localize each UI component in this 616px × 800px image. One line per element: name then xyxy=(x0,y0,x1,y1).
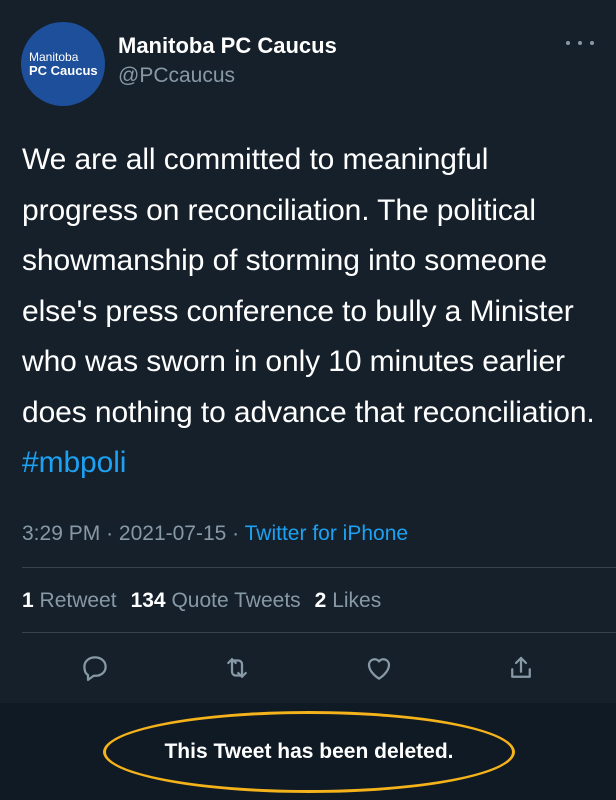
divider xyxy=(22,567,616,568)
quotes-label: Quote Tweets xyxy=(171,589,301,612)
retweets-stat[interactable]: 1 Retweet xyxy=(22,589,117,612)
avatar[interactable]: Manitoba PC Caucus xyxy=(21,22,105,106)
tweet-body: We are all committed to meaningful progr… xyxy=(22,143,595,429)
avatar-line1: Manitoba xyxy=(29,49,79,64)
user-handle[interactable]: @PCcaucus xyxy=(118,64,235,88)
quotes-count: 134 xyxy=(130,589,166,612)
retweets-label: Retweet xyxy=(39,589,117,612)
tweet-source-link[interactable]: Twitter for iPhone xyxy=(245,522,408,545)
deleted-notice: This Tweet has been deleted. xyxy=(164,740,454,763)
hashtag-link[interactable]: #mbpoli xyxy=(22,446,126,479)
display-name[interactable]: Manitoba PC Caucus xyxy=(118,33,337,59)
quotes-stat[interactable]: 134 Quote Tweets xyxy=(131,589,301,612)
action-bar xyxy=(0,650,616,690)
likes-count: 2 xyxy=(314,589,327,612)
tweet-stats: 1 Retweet 134 Quote Tweets 2 Likes xyxy=(22,589,381,613)
divider xyxy=(22,632,616,633)
share-icon[interactable] xyxy=(503,650,539,686)
tweet-card: Manitoba PC Caucus Manitoba PC Caucus @P… xyxy=(0,0,616,703)
tweet-time: 3:29 PM xyxy=(22,522,101,545)
retweet-icon[interactable] xyxy=(219,650,255,686)
tweet-meta: 3:29 PM · 2021-07-15 · Twitter for iPhon… xyxy=(22,522,408,546)
likes-label: Likes xyxy=(332,589,382,612)
tweet-text: We are all committed to meaningful progr… xyxy=(22,135,602,489)
tweet-date: 2021-07-15 xyxy=(118,522,227,545)
reply-icon[interactable] xyxy=(77,650,113,686)
more-options-icon[interactable] xyxy=(566,33,594,53)
avatar-line2: PC Caucus xyxy=(29,62,98,78)
meta-separator: · xyxy=(106,522,114,545)
like-icon[interactable] xyxy=(361,650,397,686)
likes-stat[interactable]: 2 Likes xyxy=(315,589,382,612)
meta-separator: · xyxy=(232,522,240,545)
retweets-count: 1 xyxy=(22,589,34,612)
